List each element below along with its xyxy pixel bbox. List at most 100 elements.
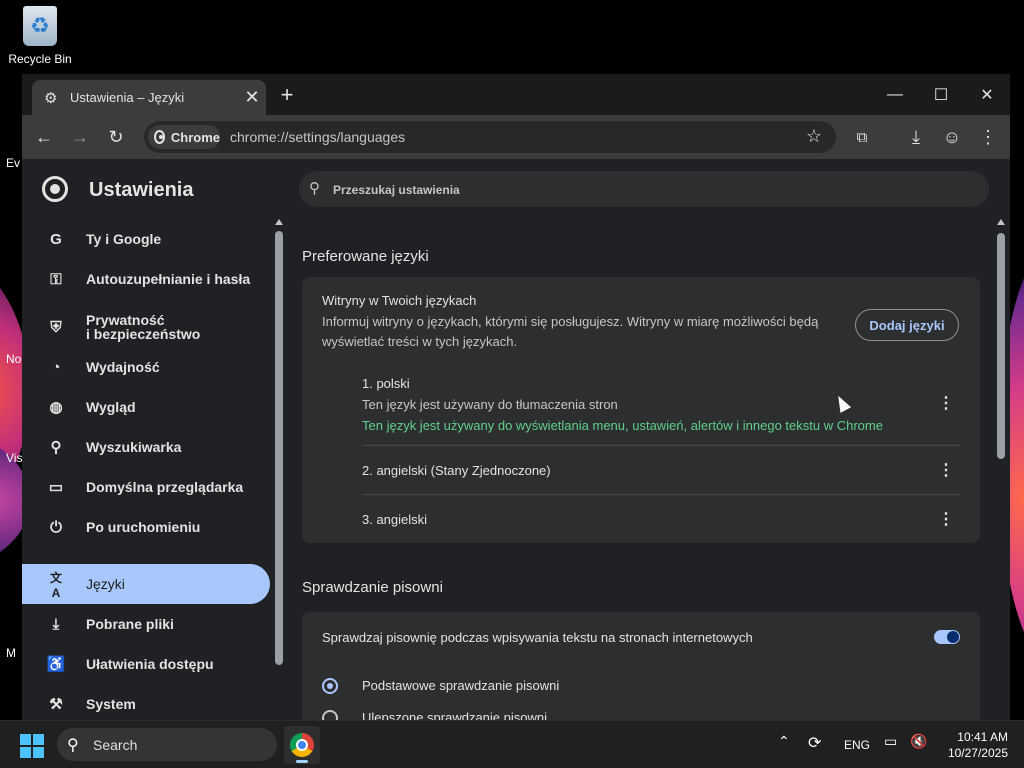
forward-arrow-icon[interactable]: → (66, 123, 94, 151)
clock-date: 10/27/2025 (947, 746, 1008, 760)
settings-main: Preferowane języki Witryny w Twoich języ… (284, 219, 996, 720)
section-heading: Preferowane języki (302, 248, 429, 265)
volume-muted-icon[interactable]: 🔇 (910, 733, 927, 750)
chip-label: Chrome (170, 129, 220, 145)
preferred-languages-card: Witryny w Twoich językach Informuj witry… (302, 277, 980, 543)
language-item: 3. angielski (362, 512, 960, 527)
chevron-up-icon[interactable]: ⌃ (778, 733, 790, 750)
chrome-logo-icon (42, 176, 68, 202)
input-language[interactable]: ENG (844, 738, 870, 752)
speedometer-icon: ◔ (51, 358, 61, 376)
sidebar-item-accessibility[interactable]: ♿ Ułatwienia dostępu (22, 644, 270, 684)
sidebar-item-on-startup[interactable]: ⏻ Po uruchomieniu (22, 507, 270, 547)
accessibility-icon: ♿ (46, 656, 66, 673)
scroll-up-arrow-icon[interactable] (275, 219, 283, 225)
spell-check-label: Sprawdzaj pisownię podczas wpisywania te… (322, 630, 753, 645)
chrome-icon (154, 130, 165, 144)
taskbar-search[interactable]: ⚲ Search (57, 728, 277, 761)
sidebar-item-languages[interactable]: 文A Języki (22, 564, 270, 604)
google-icon: G (50, 230, 62, 248)
sidebar-item-label: Pobrane pliki (86, 616, 174, 632)
sidebar-item-downloads[interactable]: ⤓ Pobrane pliki (22, 604, 270, 644)
search-icon: ⚲ (309, 180, 320, 197)
add-languages-button[interactable]: Dodaj języki (855, 309, 959, 341)
main-scrollbar[interactable] (997, 219, 1005, 720)
spell-check-card: Sprawdzaj pisownię podczas wpisywania te… (302, 612, 980, 720)
profile-icon[interactable]: ☺ (938, 123, 966, 151)
shield-icon: ⛨ (50, 318, 62, 336)
recycle-bin-shortcut[interactable]: Recycle Bin (4, 6, 76, 66)
card-title: Witryny w Twoich językach (322, 293, 477, 308)
language-menu-kebab-icon[interactable]: ⋮ (938, 509, 954, 529)
radio-label: Ulepszone sprawdzanie pisowni (362, 710, 547, 720)
taskbar-chrome-button[interactable] (284, 726, 320, 764)
close-tab-icon[interactable]: ✕ (238, 87, 266, 108)
recycle-bin-label: Recycle Bin (8, 52, 72, 66)
sidebar-item-appearance[interactable]: ◍ Wygląd (22, 387, 270, 427)
settings-search[interactable]: ⚲ (299, 171, 989, 209)
taskbar: ⚲ Search ⌃ ⟳ ENG ▭ 🔇 10:41 AM 10/27/2025 (0, 720, 1024, 768)
gear-icon: ⚙ (44, 89, 58, 107)
taskbar-search-label: Search (93, 737, 138, 753)
minimize-button[interactable]: — (872, 78, 918, 112)
scroll-up-arrow-icon[interactable] (997, 219, 1005, 225)
language-note: Ten język jest używany do tłumaczenia st… (362, 397, 618, 412)
power-icon: ⏻ (50, 518, 62, 536)
language-menu-kebab-icon[interactable]: ⋮ (938, 393, 954, 413)
close-window-button[interactable]: ✕ (964, 78, 1010, 112)
sidebar-item-default-browser[interactable]: ▭ Domyślna przeglądarka (22, 467, 270, 507)
tab-title: Ustawienia – Języki (70, 90, 185, 105)
download-icon: ⤓ (52, 615, 60, 633)
sidebar-item-autofill[interactable]: ⚿ Autouzupełnianie i hasła (22, 259, 270, 299)
download-icon[interactable]: ⤓ (902, 123, 930, 151)
scrollbar-thumb[interactable] (997, 233, 1005, 459)
desktop-shortcut-label[interactable]: M (6, 646, 16, 660)
network-icon[interactable]: ▭ (884, 733, 897, 750)
sidebar-item-label: Prywatność i bezpieczeństwo (86, 312, 201, 342)
desktop-shortcut-label[interactable]: Ev (6, 156, 20, 170)
sidebar-item-label: Ułatwienia dostępu (86, 656, 214, 672)
sidebar-item-search-engine[interactable]: ⚲ Wyszukiwarka (22, 427, 270, 467)
radio-basic-spellcheck[interactable] (322, 678, 338, 694)
sync-icon[interactable]: ⟳ (808, 733, 821, 753)
language-name: 3. angielski (362, 512, 428, 527)
back-arrow-icon[interactable]: ← (30, 123, 58, 151)
desktop-shortcut-label[interactable]: No (6, 352, 21, 366)
search-input[interactable] (331, 171, 975, 209)
radio-enhanced-spellcheck[interactable] (322, 710, 338, 720)
palette-icon: ◍ (49, 399, 63, 416)
new-tab-button[interactable]: + (274, 83, 300, 109)
sidebar-scrollbar[interactable] (275, 219, 283, 665)
language-name: 1. polski (362, 376, 410, 391)
search-icon: ⚲ (50, 439, 62, 456)
sidebar-item-you-and-google[interactable]: G Ty i Google (22, 219, 270, 259)
maximize-button[interactable]: ☐ (918, 78, 964, 112)
card-description: Informuj witryny o językach, którymi się… (322, 314, 819, 349)
radio-label: Podstawowe sprawdzanie pisowni (362, 678, 560, 693)
url-text[interactable]: chrome://settings/languages (230, 129, 405, 145)
sidebar-item-system[interactable]: ⚒ System (22, 684, 270, 724)
sidebar-item-label: Języki (86, 576, 125, 592)
language-ui-note: Ten język jest używany do wyświetlania m… (362, 418, 883, 433)
start-button[interactable] (20, 734, 44, 758)
browser-toolbar: ← → ↻ Chrome chrome://settings/languages… (22, 115, 1010, 159)
sidebar-item-performance[interactable]: ◔ Wydajność (22, 347, 270, 387)
tab-settings-languages[interactable]: ⚙ Ustawienia – Języki ✕ (32, 80, 266, 115)
browser-window-icon: ▭ (48, 479, 64, 496)
settings-sidebar: Ustawienia G Ty i Google ⚿ Autouzupełnia… (22, 159, 282, 720)
bookmark-star-icon[interactable]: ☆ (806, 126, 822, 147)
menu-kebab-icon[interactable]: ⋮ (974, 123, 1002, 151)
clock-time: 10:41 AM (957, 730, 1008, 744)
search-icon: ⚲ (67, 737, 79, 754)
site-info-chip[interactable]: Chrome (148, 125, 220, 149)
tab-search-icon[interactable]: ⧉ (848, 123, 876, 151)
spell-check-toggle[interactable] (934, 630, 960, 644)
language-menu-kebab-icon[interactable]: ⋮ (938, 460, 954, 480)
sidebar-item-privacy[interactable]: ⛨ Prywatność i bezpieczeństwo (22, 303, 270, 351)
scrollbar-thumb[interactable] (275, 231, 283, 665)
address-bar[interactable]: Chrome chrome://settings/languages ☆ (144, 121, 836, 153)
system-clock[interactable]: 10:41 AM 10/27/2025 (938, 729, 1008, 761)
sidebar-item-label: Autouzupełnianie i hasła (86, 271, 251, 287)
reload-icon[interactable]: ↻ (102, 123, 130, 151)
settings-title: Ustawienia (89, 179, 194, 201)
